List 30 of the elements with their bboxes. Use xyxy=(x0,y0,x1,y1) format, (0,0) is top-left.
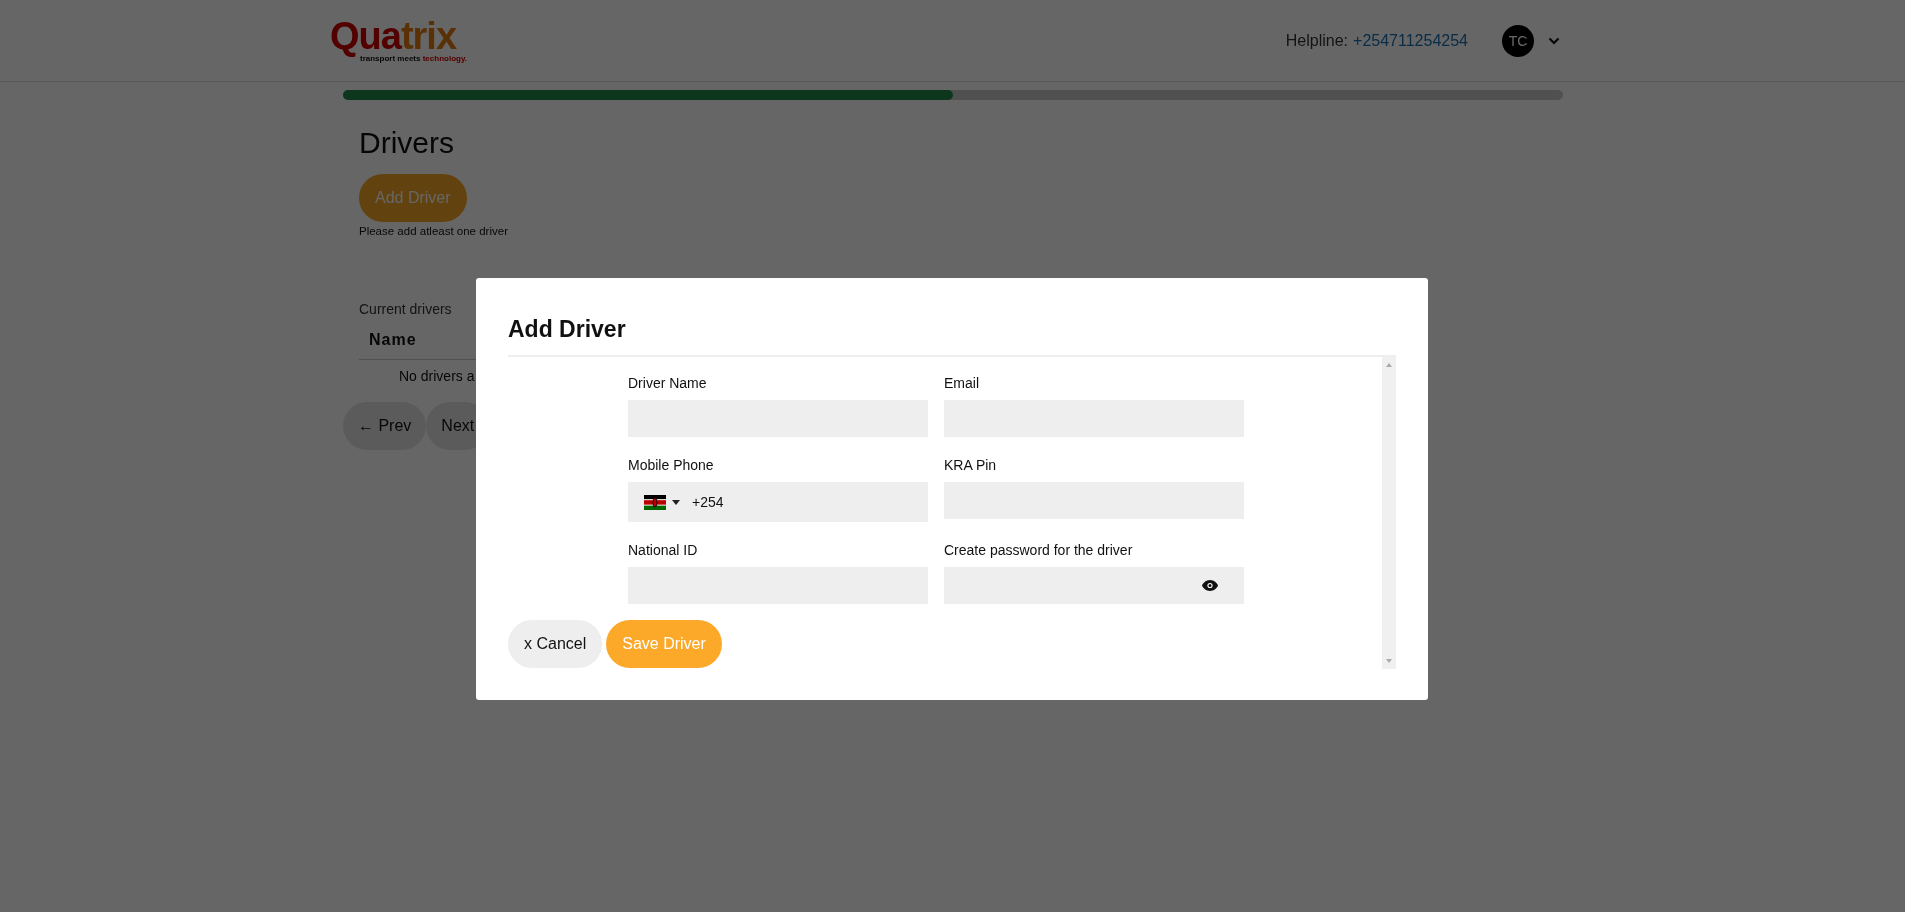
caret-icon xyxy=(672,499,680,505)
avatar[interactable]: TC xyxy=(1502,24,1534,57)
field-label: Email xyxy=(944,375,980,391)
page-title: Drivers xyxy=(359,126,455,160)
cancel-button[interactable]: x Cancel xyxy=(508,620,603,668)
add-driver-button[interactable]: Add Driver xyxy=(359,174,467,222)
pagination-button[interactable]: ← Prev xyxy=(343,402,427,450)
field-label: Driver Name xyxy=(628,375,708,391)
section-label: Current drivers xyxy=(359,301,453,317)
field-label: Create password for the driver xyxy=(944,542,1134,558)
eye-icon[interactable] xyxy=(1202,580,1218,591)
phone-input-field[interactable]: +254 xyxy=(628,482,928,522)
save-button[interactable]: Save Driver xyxy=(606,620,722,668)
scroll-down-icon[interactable] xyxy=(1386,659,1392,663)
empty-table-text: No drivers a xyxy=(399,368,475,384)
scroll-up-icon[interactable] xyxy=(1386,363,1392,367)
chevron-down-icon[interactable] xyxy=(1548,36,1560,45)
column-header: Name xyxy=(369,331,417,348)
hint-text: Please add atleast one driver xyxy=(359,225,509,237)
helpline-label: Helpline: xyxy=(1285,31,1349,50)
logo[interactable]: Quatrix transport meets technology. xyxy=(330,18,467,63)
scrollbar[interactable] xyxy=(1382,357,1396,669)
flag-icon xyxy=(644,494,666,510)
country-selector[interactable] xyxy=(644,494,680,510)
field-label: National ID xyxy=(628,542,699,558)
field-label: KRA Pin xyxy=(944,457,998,473)
field-label: Mobile Phone xyxy=(628,457,715,473)
password-input-field[interactable] xyxy=(944,567,1244,604)
helpline-link[interactable]: +254711254254 xyxy=(1353,31,1468,50)
dialog-title: Add Driver xyxy=(508,316,627,343)
